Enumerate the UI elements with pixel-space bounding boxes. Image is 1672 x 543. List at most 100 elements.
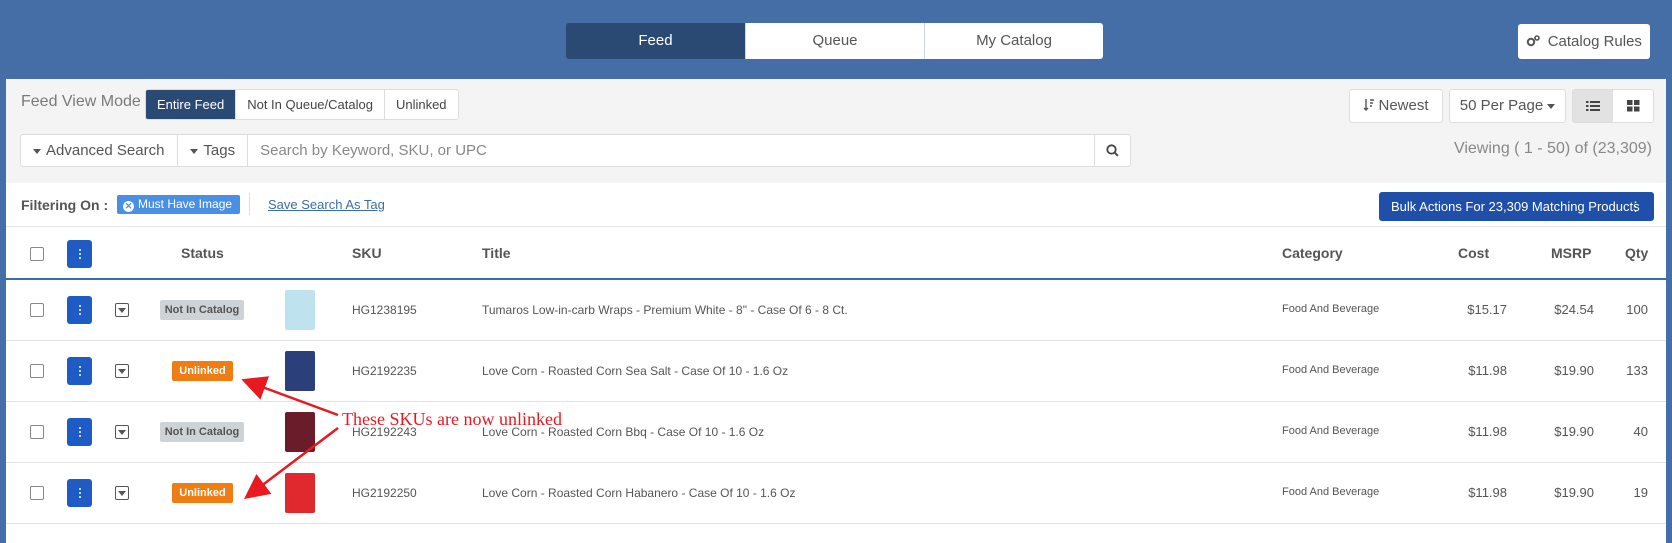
bulk-actions-label: Bulk Actions For 23,309 Matching Product… xyxy=(1391,199,1640,214)
row-actions-button[interactable] xyxy=(67,479,92,507)
row-category: Food And Beverage xyxy=(1282,303,1380,315)
col-qty: Qty xyxy=(1625,245,1649,261)
status-badge: Not In Catalog xyxy=(160,422,244,442)
row-cost: $11.98 xyxy=(1468,424,1507,439)
search-bar: Advanced Search Tags Viewing ( 1 - 50) o… xyxy=(6,133,1666,183)
expand-row-icon[interactable] xyxy=(115,364,129,378)
table-row: Unlinked HG2192250 Love Corn - Roasted C… xyxy=(6,463,1666,524)
row-checkbox[interactable] xyxy=(30,486,44,500)
tab-feed[interactable]: Feed xyxy=(566,23,745,59)
sort-button[interactable]: Newest xyxy=(1349,89,1443,123)
filter-bar: Filtering On : ✕ Must Have Image Save Sea… xyxy=(6,183,1666,227)
col-title: Title xyxy=(482,245,511,261)
expand-row-icon[interactable] xyxy=(115,303,129,317)
gears-icon xyxy=(1526,34,1544,49)
tab-my-catalog[interactable]: My Catalog xyxy=(924,23,1103,59)
row-qty: 40 xyxy=(1633,424,1648,439)
per-page-dropdown[interactable]: 50 Per Page xyxy=(1449,89,1566,123)
search-input[interactable] xyxy=(248,135,1095,166)
row-title[interactable]: Love Corn - Roasted Corn Sea Salt - Case… xyxy=(482,364,788,378)
filtering-on-label: Filtering On : xyxy=(21,197,109,213)
annotation-text: These SKUs are now unlinked xyxy=(342,409,562,429)
product-thumbnail[interactable] xyxy=(285,412,315,452)
table-row: Unlinked HG2192235 Love Corn - Roasted C… xyxy=(6,341,1666,402)
view-mode-not-in-queue[interactable]: Not In Queue/Catalog xyxy=(235,90,384,119)
main-tabs: Feed Queue My Catalog xyxy=(566,23,1103,59)
expand-row-icon[interactable] xyxy=(115,486,129,500)
view-mode-label: Feed View Mode xyxy=(21,93,141,110)
product-thumbnail[interactable] xyxy=(285,473,315,513)
row-sku: HG2192250 xyxy=(352,486,417,500)
main-content: Feed View Mode Entire Feed Not In Queue/… xyxy=(6,79,1666,543)
col-sku: SKU xyxy=(352,245,382,261)
row-actions-button[interactable] xyxy=(67,296,92,324)
table-row: Not In Catalog HG2192243 Love Corn - Roa… xyxy=(6,402,1666,463)
catalog-rules-button[interactable]: Catalog Rules xyxy=(1518,24,1650,59)
row-category: Food And Beverage xyxy=(1282,364,1380,376)
select-all-checkbox[interactable] xyxy=(30,247,44,261)
bulk-actions-button[interactable]: Bulk Actions For 23,309 Matching Product… xyxy=(1379,192,1654,221)
viewing-count: Viewing ( 1 - 50) of (23,309) xyxy=(1453,140,1652,157)
vertical-dots-icon xyxy=(78,427,81,437)
vertical-dots-icon xyxy=(78,488,81,498)
view-mode-unlinked[interactable]: Unlinked xyxy=(383,90,458,119)
advanced-search-button[interactable]: Advanced Search xyxy=(21,135,179,166)
app-root: Feed Queue My Catalog Catalog Rules Feed… xyxy=(0,0,1672,543)
filter-chip-must-have-image[interactable]: ✕ Must Have Image xyxy=(117,195,241,214)
status-badge: Unlinked xyxy=(172,361,233,381)
view-mode-group: Entire Feed Not In Queue/Catalog Unlinke… xyxy=(145,89,459,120)
view-mode-entire-feed[interactable]: Entire Feed xyxy=(146,90,236,119)
list-view-button[interactable] xyxy=(1573,90,1613,122)
row-actions-button[interactable] xyxy=(67,357,92,385)
col-category: Category xyxy=(1282,245,1343,261)
row-checkbox[interactable] xyxy=(30,425,44,439)
row-title[interactable]: Love Corn - Roasted Corn Habanero - Case… xyxy=(482,486,795,500)
row-cost: $11.98 xyxy=(1468,485,1507,500)
row-qty: 133 xyxy=(1626,363,1648,378)
header-actions-button[interactable] xyxy=(67,240,92,268)
search-group: Advanced Search Tags xyxy=(20,134,1132,167)
remove-filter-icon[interactable]: ✕ xyxy=(123,201,134,212)
per-page-label: 50 Per Page xyxy=(1459,97,1544,114)
catalog-rules-label: Catalog Rules xyxy=(1547,33,1642,50)
save-search-as-tag-link[interactable]: Save Search As Tag xyxy=(268,197,385,212)
tags-label: Tags xyxy=(203,142,236,159)
vertical-dots-icon: ⋮ xyxy=(1629,199,1642,214)
grid-icon xyxy=(1626,100,1639,112)
row-actions-button[interactable] xyxy=(67,418,92,446)
search-submit-button[interactable] xyxy=(1094,135,1130,166)
row-sku: HG1238195 xyxy=(352,303,417,317)
sort-label: Newest xyxy=(1378,97,1429,114)
row-category: Food And Beverage xyxy=(1282,425,1380,437)
product-thumbnail[interactable] xyxy=(285,290,315,330)
filter-divider xyxy=(249,193,250,215)
vertical-dots-icon xyxy=(78,366,81,376)
row-checkbox[interactable] xyxy=(30,303,44,317)
table-header: Status SKU Title Category Cost MSRP Qty xyxy=(6,227,1666,280)
tab-queue[interactable]: Queue xyxy=(745,23,924,59)
row-sku: HG2192235 xyxy=(352,364,417,378)
expand-row-icon[interactable] xyxy=(115,425,129,439)
caret-down-icon xyxy=(190,148,199,154)
tags-button[interactable]: Tags xyxy=(178,135,249,166)
row-msrp: $19.90 xyxy=(1554,424,1594,439)
row-qty: 100 xyxy=(1626,302,1648,317)
advanced-search-label: Advanced Search xyxy=(46,142,165,159)
caret-down-icon xyxy=(1547,103,1556,109)
product-table: Status SKU Title Category Cost MSRP Qty … xyxy=(6,227,1666,524)
table-body: Not In Catalog HG1238195 Tumaros Low-in-… xyxy=(6,280,1666,524)
search-icon xyxy=(1106,144,1119,157)
list-icon xyxy=(1586,101,1600,111)
row-cost: $11.98 xyxy=(1468,363,1507,378)
col-msrp: MSRP xyxy=(1551,245,1592,261)
row-checkbox[interactable] xyxy=(30,364,44,378)
row-cost: $15.17 xyxy=(1467,302,1507,317)
grid-view-button[interactable] xyxy=(1613,90,1653,122)
product-thumbnail[interactable] xyxy=(285,351,315,391)
row-title[interactable]: Tumaros Low-in-carb Wraps - Premium Whit… xyxy=(482,303,848,317)
filter-chip-label: Must Have Image xyxy=(138,197,233,211)
row-category: Food And Beverage xyxy=(1282,486,1380,498)
table-row: Not In Catalog HG1238195 Tumaros Low-in-… xyxy=(6,280,1666,341)
col-status: Status xyxy=(181,245,224,261)
vertical-dots-icon xyxy=(78,305,81,315)
